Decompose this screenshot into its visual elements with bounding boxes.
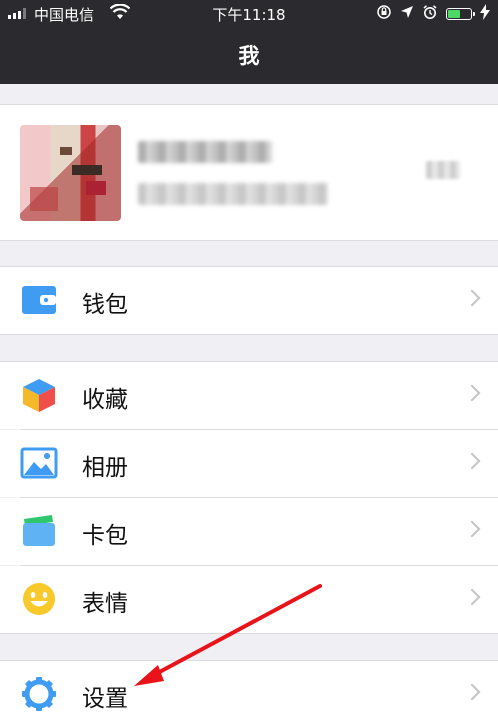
rotation-lock-icon <box>376 4 392 24</box>
menu-label-stickers: 表情 <box>82 591 128 617</box>
menu-label-album: 相册 <box>82 455 128 481</box>
menu-item-stickers[interactable]: 表情 <box>0 566 498 633</box>
profile-id-blurred <box>138 183 328 205</box>
group-separator <box>0 633 498 634</box>
chevron-right-icon <box>463 452 481 470</box>
wallet-icon <box>20 282 58 318</box>
landscape-icon <box>20 445 58 481</box>
card-icon <box>20 513 58 549</box>
battery-icon <box>446 8 475 20</box>
menu-item-cards[interactable]: 卡包 <box>0 498 498 565</box>
menu-item-settings[interactable]: 设置 <box>0 661 498 728</box>
menu-item-wallet[interactable]: 钱包 <box>0 267 498 334</box>
avatar[interactable] <box>20 125 121 221</box>
menu-label-settings: 设置 <box>82 686 128 712</box>
status-bar: 中国电信 下午11:18 <box>0 0 498 26</box>
page-title: 我 <box>238 44 260 68</box>
profile-card[interactable] <box>0 104 498 241</box>
qr-code-icon[interactable] <box>426 161 460 179</box>
chevron-right-icon <box>463 289 481 307</box>
alarm-icon <box>422 4 438 24</box>
app-header: 中国电信 下午11:18 我 <box>0 0 498 84</box>
menu-label-cards: 卡包 <box>82 523 128 549</box>
battery-level-fill <box>448 10 460 18</box>
gear-icon <box>20 676 58 712</box>
smiley-icon <box>20 581 58 617</box>
chevron-right-icon <box>463 384 481 402</box>
chevron-right-icon <box>463 520 481 538</box>
menu-item-favorites[interactable]: 收藏 <box>0 362 498 429</box>
chevron-right-icon <box>463 683 481 701</box>
menu-label-wallet: 钱包 <box>82 292 128 318</box>
chevron-right-icon <box>463 588 481 606</box>
group-separator <box>0 334 498 335</box>
menu-item-album[interactable]: 相册 <box>0 430 498 497</box>
menu-label-favorites: 收藏 <box>82 387 128 413</box>
profile-name-blurred <box>138 141 272 163</box>
location-icon <box>400 5 414 23</box>
cube-icon <box>20 377 58 413</box>
charging-icon <box>480 4 490 24</box>
